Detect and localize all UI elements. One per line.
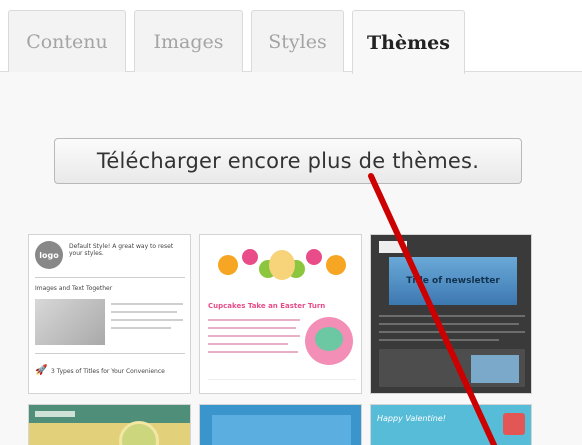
- blue-banner: [212, 415, 351, 445]
- divider: [35, 277, 185, 278]
- theme-default-section: Images and Text Together: [35, 285, 113, 292]
- tab-styles[interactable]: Styles: [251, 10, 344, 73]
- gift-icon: [503, 413, 525, 435]
- theme-thumbnail-valentine[interactable]: Happy Valentine!: [370, 404, 532, 445]
- theme-default-image: [35, 299, 105, 345]
- download-more-themes-button[interactable]: Télécharger encore plus de thèmes.: [54, 138, 522, 184]
- text-line: [379, 323, 519, 325]
- newsletter-header: Title of newsletter: [389, 257, 517, 305]
- tab-label: Styles: [268, 31, 327, 53]
- newsletter-logo: [379, 241, 407, 253]
- logo-circle: logo: [35, 241, 63, 269]
- tab-label: Images: [153, 31, 224, 53]
- text-line: [208, 327, 296, 329]
- theme-valentine-title: Happy Valentine!: [377, 414, 446, 423]
- text-line: [208, 351, 298, 353]
- text-line: [111, 319, 183, 321]
- divider: [35, 353, 185, 354]
- theme-thumbnail-newsletter[interactable]: Title of newsletter: [370, 234, 532, 394]
- cupcake-image: [305, 317, 353, 365]
- text-line: [379, 331, 525, 333]
- theme-default-title: Default Style! A great way to reset your…: [69, 243, 174, 257]
- rocket-icon: 🚀: [35, 365, 48, 376]
- text-line: [111, 303, 183, 305]
- green-logo: [35, 411, 75, 417]
- tab-label: Contenu: [26, 31, 108, 53]
- tab-themes[interactable]: Thèmes: [352, 10, 465, 74]
- floral-banner-icon: [218, 249, 346, 280]
- text-line: [208, 319, 300, 321]
- tab-images[interactable]: Images: [134, 10, 243, 73]
- tab-bar: Contenu Images Styles Thèmes: [0, 0, 582, 74]
- theme-thumbnail-green[interactable]: [28, 404, 191, 445]
- text-line: [208, 343, 288, 345]
- theme-default-footer: 3 Types of Titles for Your Convenience: [51, 368, 165, 375]
- text-line: [379, 315, 525, 317]
- theme-thumbnail-easter[interactable]: Cupcakes Take an Easter Turn: [199, 234, 362, 394]
- text-line: [208, 335, 300, 337]
- text-line: [111, 311, 177, 313]
- theme-thumbnail-default[interactable]: logo Default Style! A great way to reset…: [28, 234, 191, 394]
- theme-logo-text: logo: [39, 250, 59, 260]
- text-line: [379, 339, 499, 341]
- green-banner: [29, 421, 190, 445]
- theme-newsletter-title: Title of newsletter: [406, 276, 500, 286]
- divider: [208, 379, 356, 380]
- text-line: [111, 327, 171, 329]
- theme-thumbnail-blue[interactable]: [199, 404, 362, 445]
- tab-contenu[interactable]: Contenu: [8, 10, 126, 73]
- theme-easter-title: Cupcakes Take an Easter Turn: [208, 302, 326, 310]
- tab-label: Thèmes: [367, 31, 450, 54]
- newsletter-section: [379, 349, 525, 387]
